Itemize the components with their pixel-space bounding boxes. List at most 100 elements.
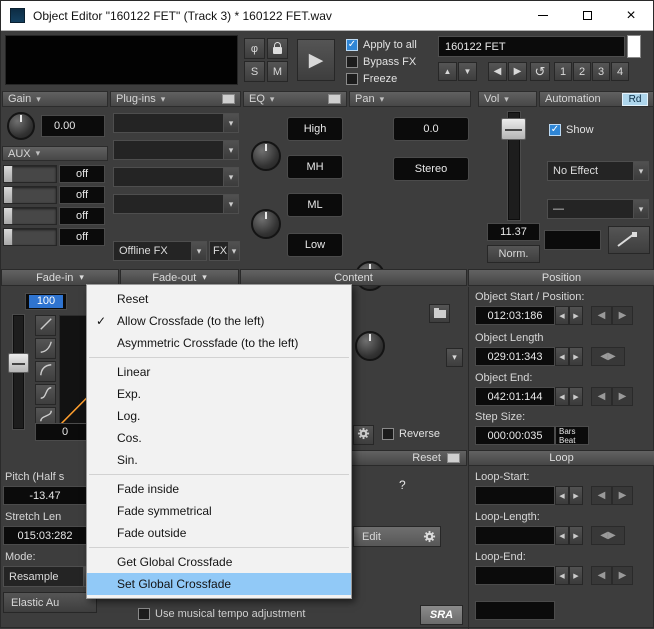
musical-tempo-checkbox[interactable]: Use musical tempo adjustment [138, 608, 305, 620]
eq-preset-box[interactable] [328, 94, 341, 104]
preset-4-button[interactable]: 4 [611, 62, 629, 81]
spin-right-button[interactable]: ▶ [569, 526, 583, 545]
automation-show-checkbox[interactable]: ✓ Show [549, 124, 594, 136]
aux-header[interactable]: AUX ▾ [2, 146, 108, 161]
edit-button[interactable]: Edit [353, 526, 441, 547]
fx-dropdown[interactable]: FX ▾ [209, 241, 240, 261]
spin-left-button[interactable]: ◀ [555, 526, 569, 545]
object-length-field[interactable]: 029:01:343 [475, 347, 555, 366]
automation-read-button[interactable]: Rd [622, 92, 648, 106]
nudge-left-button[interactable]: ◀ [591, 306, 612, 325]
help-label[interactable]: ? [399, 478, 406, 492]
gain-header[interactable]: Gain ▾ [2, 91, 108, 107]
menu-item-exp[interactable]: Exp. [87, 383, 351, 405]
spin-right-button[interactable]: ▶ [569, 566, 583, 585]
preset-2-button[interactable]: 2 [573, 62, 591, 81]
spin-left-button[interactable]: ◀ [555, 306, 569, 325]
nudge-right-button[interactable]: ▶ [612, 387, 633, 406]
fade-settings-button[interactable] [353, 425, 374, 445]
object-end-field[interactable]: 042:01:144 [475, 387, 555, 406]
object-down-button[interactable]: ▼ [458, 62, 477, 81]
nudge-left-button[interactable]: ◀ [591, 486, 612, 505]
object-name-input[interactable] [438, 36, 625, 57]
preset-1-button[interactable]: 1 [554, 62, 572, 81]
menu-item-set-global-crossfade[interactable]: Set Global Crossfade [87, 573, 351, 595]
aux-slider-handle[interactable] [4, 187, 13, 203]
fade-curve-linear-button[interactable] [35, 315, 56, 336]
pitch-value-field[interactable]: -13.47 [3, 486, 87, 505]
eq-high-knob[interactable] [251, 141, 281, 171]
automation-value-field[interactable] [544, 230, 601, 250]
menu-item-asymmetric-crossfade[interactable]: Asymmetric Crossfade (to the left) [87, 332, 351, 354]
spin-right-button[interactable]: ▶ [569, 347, 583, 366]
menu-item-get-global-crossfade[interactable]: Get Global Crossfade [87, 551, 351, 573]
fade-curve-cos-button[interactable] [35, 384, 56, 405]
pan-value-field[interactable]: 0.0 [393, 117, 469, 141]
aux-send-4-slider[interactable] [3, 228, 57, 246]
plugin-slot-2-dropdown[interactable]: ▾ [113, 140, 239, 160]
spin-left-button[interactable]: ◀ [555, 387, 569, 406]
pan-header[interactable]: Pan ▾ [349, 91, 471, 107]
step-unit-display[interactable]: Bars Beat [555, 426, 589, 445]
loop-end-field[interactable] [475, 566, 555, 585]
menu-item-sin[interactable]: Sin. [87, 449, 351, 471]
stretch-both-button[interactable]: ◀▶ [591, 526, 625, 545]
plugin-slot-1-dropdown[interactable]: ▾ [113, 113, 239, 133]
loop-extra-field[interactable] [475, 601, 555, 620]
aux-send-3-slider[interactable] [3, 207, 57, 225]
spin-right-button[interactable]: ▶ [569, 306, 583, 325]
loop-start-field[interactable] [475, 486, 555, 505]
solo-button[interactable]: S [244, 61, 265, 82]
fade-curve-exp-button[interactable] [35, 338, 56, 359]
lock-button[interactable] [267, 38, 288, 59]
loop-length-field[interactable] [475, 526, 555, 545]
play-button[interactable]: ▶ [297, 39, 335, 81]
apply-to-all-checkbox[interactable]: ✓ Apply to all [346, 39, 417, 51]
menu-item-reset[interactable]: Reset [87, 288, 351, 310]
menu-item-cos[interactable]: Cos. [87, 427, 351, 449]
menu-item-linear[interactable]: Linear [87, 361, 351, 383]
plugin-slot-3-dropdown[interactable]: ▾ [113, 167, 239, 187]
object-start-field[interactable]: 012:03:186 [475, 306, 555, 325]
reverse-checkbox[interactable]: Reverse [382, 428, 440, 440]
aux-send-1-slider[interactable] [3, 165, 57, 183]
minimize-button[interactable] [521, 1, 565, 30]
aux-send-1-value[interactable]: off [59, 165, 105, 183]
mute-button[interactable]: M [267, 61, 288, 82]
fade-in-value-field[interactable]: 100 [25, 293, 67, 310]
menu-item-allow-crossfade[interactable]: ✓ Allow Crossfade (to the left) [87, 310, 351, 332]
browse-file-button[interactable] [429, 304, 450, 323]
stereo-width-knob[interactable] [355, 331, 385, 361]
undo-button[interactable]: ↺ [530, 62, 550, 81]
menu-item-fade-inside[interactable]: Fade inside [87, 478, 351, 500]
waveform-display[interactable] [5, 35, 238, 85]
plugins-header[interactable]: Plug-ins ▾ [110, 91, 241, 107]
stereo-mode-field[interactable]: Stereo [393, 157, 469, 181]
automation-effect-dropdown[interactable]: No Effect ▾ [547, 161, 649, 181]
vol-header[interactable]: Vol ▾ [478, 91, 537, 107]
spin-right-button[interactable]: ▶ [569, 486, 583, 505]
content-dropdown-arrow[interactable]: ▾ [446, 348, 463, 367]
automation-draw-button[interactable] [608, 226, 650, 254]
spin-right-button[interactable]: ▶ [569, 387, 583, 406]
spin-left-button[interactable]: ◀ [555, 566, 569, 585]
sra-button[interactable]: SRA [420, 605, 463, 625]
elastic-audio-button[interactable]: Elastic Au [3, 592, 97, 613]
prev-object-button[interactable]: ◀ [488, 62, 507, 81]
menu-item-log[interactable]: Log. [87, 405, 351, 427]
volume-fader-handle[interactable] [501, 118, 526, 140]
phase-button[interactable]: φ [244, 38, 265, 59]
object-up-button[interactable]: ▲ [438, 62, 457, 81]
spin-left-button[interactable]: ◀ [555, 486, 569, 505]
menu-item-fade-symmetrical[interactable]: Fade symmetrical [87, 500, 351, 522]
object-color-swatch[interactable] [627, 35, 641, 58]
reset-preset-box[interactable] [447, 453, 460, 463]
mode-dropdown[interactable]: Resample▾ [3, 566, 99, 587]
plugin-slot-4-dropdown[interactable]: ▾ [113, 194, 239, 214]
automation-curve-dropdown[interactable]: — ▾ [547, 199, 649, 219]
reset-link[interactable]: Reset [412, 452, 441, 464]
offline-fx-dropdown[interactable]: Offline FX ▾ [113, 241, 207, 261]
next-object-button[interactable]: ▶ [508, 62, 527, 81]
nudge-left-button[interactable]: ◀ [591, 387, 612, 406]
fade-curve-log-button[interactable] [35, 361, 56, 382]
